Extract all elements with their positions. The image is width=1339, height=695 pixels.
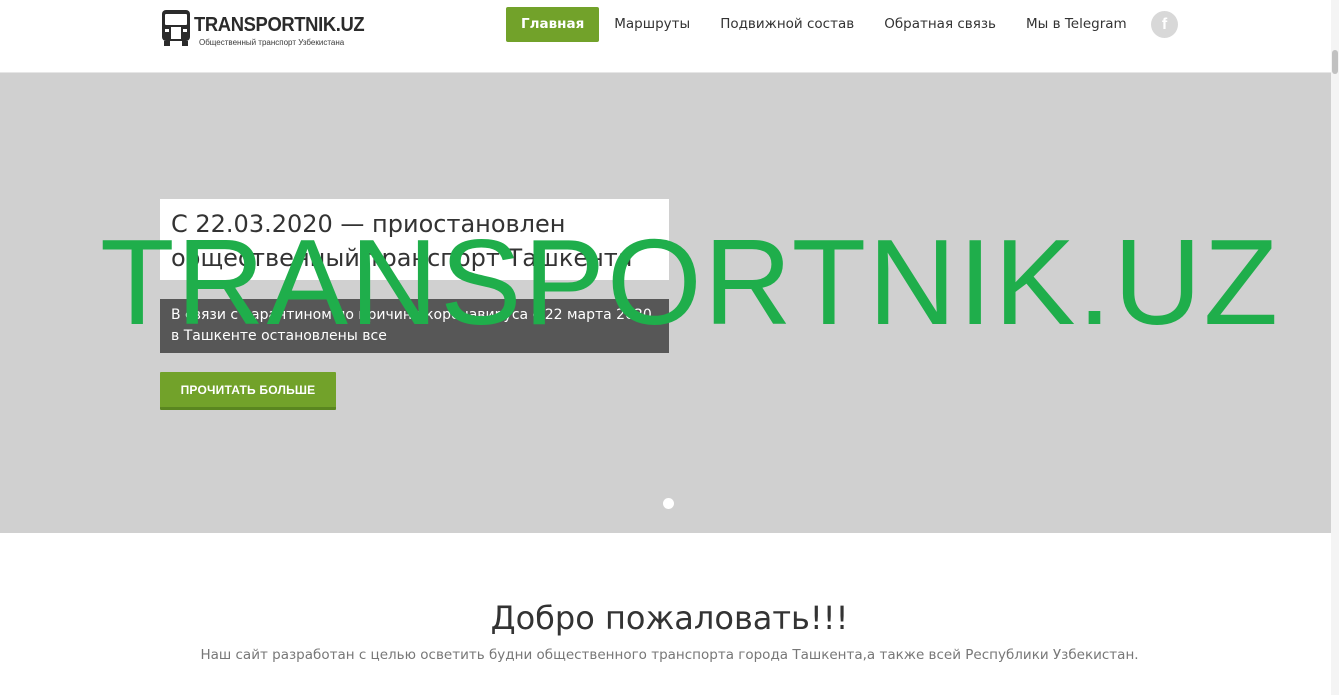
main-nav: Главная Маршруты Подвижной состав Обратн… — [506, 7, 1142, 42]
bus-icon — [162, 10, 190, 46]
slide-title: С 22.03.2020 — приостановлен общественны… — [171, 210, 633, 272]
nav-item-feedback[interactable]: Обратная связь — [869, 7, 1011, 42]
slider-dot-active[interactable] — [663, 498, 674, 509]
page-scrollbar[interactable] — [1331, 0, 1339, 695]
hero-slider: С 22.03.2020 — приостановлен общественны… — [0, 73, 1331, 533]
slide-caption: В связи с карантином по причине коронави… — [171, 307, 652, 344]
nav-item-rolling-stock[interactable]: Подвижной состав — [705, 7, 869, 42]
nav-item-home[interactable]: Главная — [506, 7, 600, 42]
site-header: TRANSPORTNIK.UZ Общественный транспорт У… — [0, 0, 1339, 73]
slide-title-box: С 22.03.2020 — приостановлен общественны… — [160, 199, 669, 280]
facebook-icon[interactable]: f — [1151, 11, 1178, 38]
welcome-text: Наш сайт разработан с целью осветить буд… — [200, 647, 1139, 663]
nav-item-routes[interactable]: Маршруты — [599, 7, 705, 42]
nav-item-telegram[interactable]: Мы в Telegram — [1011, 7, 1142, 42]
logo-title: TRANSPORTNIK.UZ — [194, 14, 365, 36]
logo-subtitle: Общественный транспорт Узбекистана — [199, 38, 345, 47]
welcome-title: Добро пожаловать!!! — [490, 599, 849, 637]
read-more-button[interactable]: ПРОЧИТАТЬ БОЛЬШЕ — [160, 372, 336, 410]
site-logo[interactable]: TRANSPORTNIK.UZ Общественный транспорт У… — [161, 9, 365, 49]
slide-caption-box: В связи с карантином по причине коронави… — [160, 299, 669, 353]
scrollbar-thumb[interactable] — [1332, 50, 1338, 74]
